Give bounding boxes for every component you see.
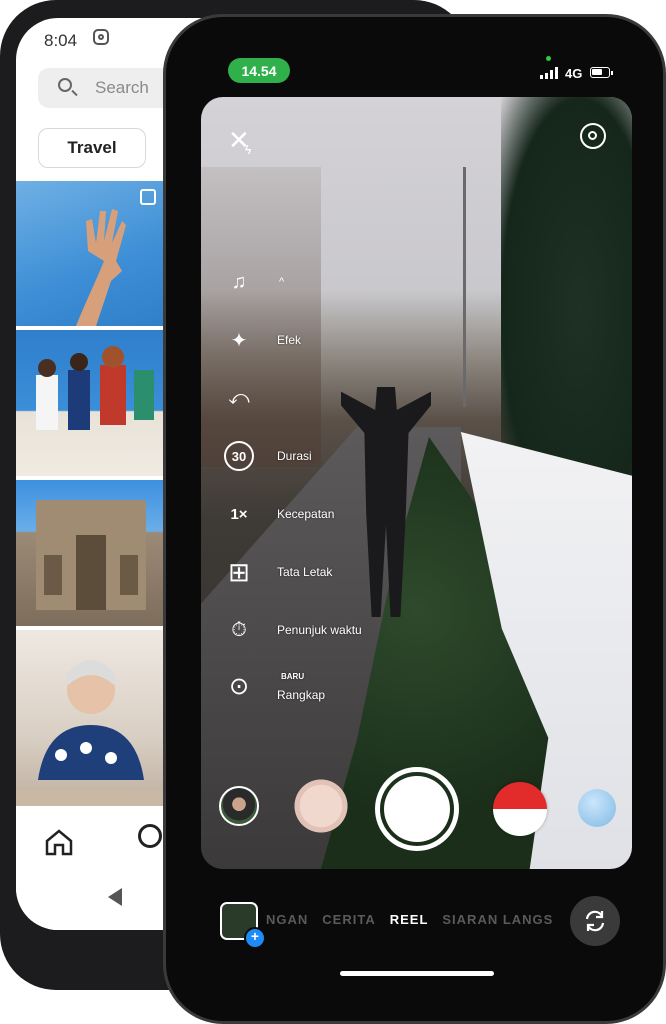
mode-option[interactable]: CERITA — [322, 912, 375, 927]
group-photo — [36, 346, 154, 430]
home-indicator[interactable] — [340, 971, 494, 976]
search-icon — [58, 78, 72, 92]
arch-photo — [36, 500, 146, 610]
woman-photo — [16, 660, 164, 806]
network-label: 4G — [565, 66, 583, 81]
music-expand-caret-icon[interactable]: ^ — [279, 276, 284, 288]
stopwatch-icon: ⏱ — [231, 618, 247, 641]
instagram-icon — [93, 29, 109, 45]
status-time: 14.54 — [228, 58, 290, 83]
camera-viewfinder[interactable] — [201, 97, 632, 869]
explore-tile-arch[interactable] — [16, 480, 164, 626]
travel-chip[interactable]: Travel — [38, 128, 146, 168]
settings-gear-icon[interactable] — [580, 123, 606, 149]
tool-effects-label: Efek — [277, 333, 302, 347]
background-status-time: 8:04 — [44, 31, 78, 50]
new-badge: BARU — [281, 672, 305, 681]
tool-duration-label: Durasi — [277, 449, 312, 463]
multi-photo-icon — [140, 189, 156, 205]
home-icon[interactable] — [44, 828, 74, 856]
flash-icon[interactable]: ϟ — [245, 143, 251, 157]
dual-camera-icon: ⊙ — [228, 672, 250, 700]
tool-timer-label: Penunjuk waktu — [277, 623, 362, 637]
camera-indicator-dot — [546, 56, 551, 61]
tool-layout-label: Tata Letak — [277, 565, 333, 579]
signal-icon — [540, 67, 558, 79]
camera-mode-selector[interactable]: NGAN CERITA REEL SIARAN LANGS — [266, 912, 566, 932]
sparkle-icon: ✦ — [230, 329, 248, 352]
flip-camera-button[interactable] — [570, 896, 620, 946]
flip-camera-icon — [585, 910, 605, 932]
battery-icon — [590, 67, 613, 78]
layout-icon: ⊞ — [228, 556, 250, 587]
explore-tile-hand[interactable] — [16, 181, 164, 326]
timer-30-icon: 30 — [224, 441, 254, 471]
shutter-button[interactable] — [375, 767, 459, 851]
search-placeholder: Search — [95, 78, 149, 97]
flag-effect-thumbnail[interactable] — [493, 782, 547, 836]
effect-avatar-thumbnail[interactable] — [219, 786, 259, 826]
mode-option[interactable]: SIARAN LANGS — [442, 912, 553, 927]
mode-option[interactable]: NGAN — [266, 912, 308, 927]
explore-tile-group[interactable] — [16, 330, 164, 476]
explore-search-icon[interactable] — [138, 824, 162, 848]
blue-effect-thumbnail[interactable] — [578, 789, 616, 827]
curve-arrow-icon: ⤺ — [228, 386, 250, 409]
scene-trees-left — [201, 167, 321, 467]
speed-icon: 1× — [230, 505, 248, 523]
tool-dual-label: Rangkap — [277, 688, 326, 702]
face-effect-thumbnail[interactable] — [290, 775, 352, 837]
tool-speed-label: Kecepatan — [277, 507, 335, 521]
mode-option-active[interactable]: REEL — [390, 912, 429, 927]
scene-tower — [463, 167, 466, 407]
music-icon: ♫ — [231, 270, 247, 293]
explore-tile-woman[interactable] — [16, 630, 164, 806]
back-triangle-icon[interactable] — [108, 888, 122, 906]
plus-icon[interactable]: + — [244, 927, 266, 949]
